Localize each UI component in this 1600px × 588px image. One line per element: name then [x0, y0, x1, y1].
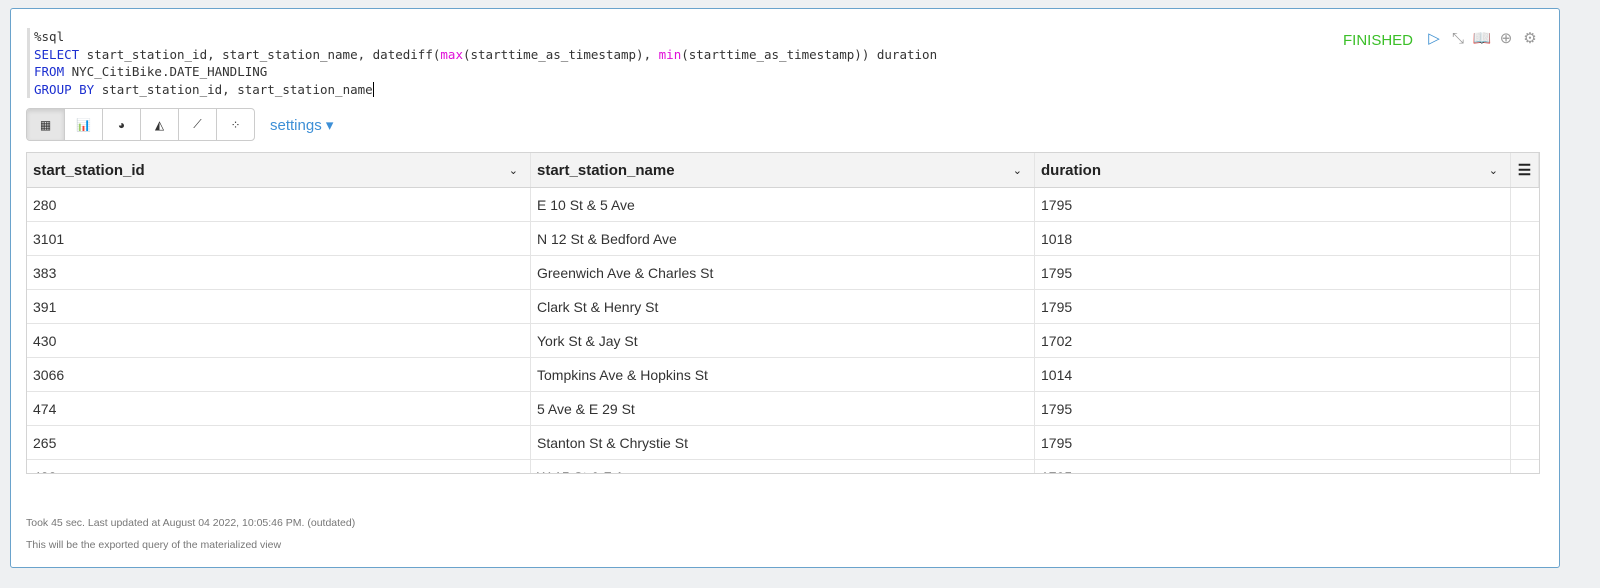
table-cell: 1795: [1035, 460, 1511, 473]
table-cell: 5 Ave & E 29 St: [531, 392, 1035, 425]
paragraph-note: This will be the exported query of the m…: [26, 539, 282, 551]
table-row: 391 Clark St & Henry St 1795: [27, 290, 1539, 324]
column-header[interactable]: start_station_name ⌄: [531, 153, 1035, 187]
table-cell: 430: [27, 324, 531, 357]
table-row: 3101 N 12 St & Bedford Ave 1018: [27, 222, 1539, 256]
table-cell: 1795: [1035, 392, 1511, 425]
table-cell: 1795: [1035, 188, 1511, 221]
table-row: 383 Greenwich Ave & Charles St 1795: [27, 256, 1539, 290]
code-token: GROUP BY: [34, 81, 95, 97]
table-cell: York St & Jay St: [531, 324, 1035, 357]
chevron-down-icon[interactable]: ⌄: [509, 164, 518, 177]
table-cell: 1795: [1035, 426, 1511, 459]
table-cell: Tompkins Ave & Hopkins St: [531, 358, 1035, 391]
table-cell: 474: [27, 392, 531, 425]
code-line: FROM NYC_CitiBike.DATE_HANDLING: [34, 63, 937, 81]
code-token: NYC_CitiBike.DATE_HANDLING: [64, 64, 268, 79]
book-icon[interactable]: 📖: [1473, 29, 1492, 47]
table-cell: Stanton St & Chrystie St: [531, 426, 1035, 459]
table-cell: 1014: [1035, 358, 1511, 391]
table-row: 265 Stanton St & Chrystie St 1795: [27, 426, 1539, 460]
table-row: 3066 Tompkins Ave & Hopkins St 1014: [27, 358, 1539, 392]
table-cell: 1795: [1035, 290, 1511, 323]
run-info: Took 45 sec. Last updated at August 04 2…: [26, 517, 356, 529]
code-token: start_station_id, start_station_name, da…: [79, 46, 441, 62]
table-cell: 280: [27, 188, 531, 221]
code-token: min: [658, 46, 682, 62]
code-line: GROUP BY start_station_id, start_station…: [34, 81, 937, 99]
results-table: start_station_id ⌄ start_station_name ⌄ du…: [26, 152, 1540, 474]
table-cell-spacer: [1511, 222, 1539, 255]
table-cell: 3066: [27, 358, 531, 391]
visualization-toolbar: ▦ 📊 ◕ ◭ ⟋ ⁘: [26, 108, 255, 141]
chevron-down-icon[interactable]: ⌄: [1489, 164, 1498, 177]
column-header[interactable]: start_station_id ⌄: [27, 153, 531, 187]
code-token: start_station_id, start_station_name: [94, 81, 374, 97]
code-token: (starttime_as_timestamp),: [462, 46, 659, 62]
table-cell: 391: [27, 290, 531, 323]
table-header: start_station_id ⌄ start_station_name ⌄ du…: [27, 153, 1539, 188]
menu-icon[interactable]: ☰: [1511, 153, 1539, 187]
table-cell-spacer: [1511, 358, 1539, 391]
table-cell: N 12 St & Bedford Ave: [531, 222, 1035, 255]
table-view-icon[interactable]: ▦: [27, 109, 65, 140]
table-row: 474 5 Ave & E 29 St 1795: [27, 392, 1539, 426]
table-cell-spacer: [1511, 256, 1539, 289]
column-header[interactable]: duration ⌄: [1035, 153, 1511, 187]
code-line: SELECT start_station_id, start_station_n…: [34, 46, 937, 64]
table-cell: 3101: [27, 222, 531, 255]
table-cell: 1795: [1035, 256, 1511, 289]
code-token: max: [440, 46, 463, 62]
area-chart-icon[interactable]: ◭: [141, 109, 179, 140]
table-cell: 265: [27, 426, 531, 459]
gear-icon[interactable]: ⚙: [1521, 29, 1539, 47]
table-cell-spacer: [1511, 324, 1539, 357]
code-line: %sql: [34, 28, 937, 46]
table-cell: Clark St & Henry St: [531, 290, 1035, 323]
line-chart-icon[interactable]: ⟋: [179, 109, 217, 140]
table-cell: 483: [27, 460, 531, 473]
sql-editor[interactable]: %sql SELECT start_station_id, start_stati…: [27, 28, 937, 98]
run-icon[interactable]: ▷: [1425, 29, 1443, 47]
code-token: FROM: [34, 64, 65, 79]
status-label: FINISHED: [1342, 32, 1413, 49]
table-cell-spacer: [1511, 392, 1539, 425]
pie-chart-icon[interactable]: ◕: [103, 109, 141, 140]
table-cell-spacer: [1511, 188, 1539, 221]
table-cell: W 15 St & 7 Ave: [531, 460, 1035, 473]
table-cell: Greenwich Ave & Charles St: [531, 256, 1035, 289]
table-row: 280 E 10 St & 5 Ave 1795: [27, 188, 1539, 222]
settings-dropdown[interactable]: settings ▾: [270, 116, 333, 134]
chevron-down-icon[interactable]: ⌄: [1013, 164, 1022, 177]
add-icon[interactable]: ⊕: [1497, 29, 1515, 47]
code-token: SELECT: [34, 46, 80, 62]
collapse-icon[interactable]: ⤡: [1449, 29, 1467, 47]
table-cell: 1018: [1035, 222, 1511, 255]
bar-chart-icon[interactable]: 📊: [65, 109, 103, 140]
paragraph-card: %sql SELECT start_station_id, start_stati…: [10, 8, 1560, 568]
table-cell: 1702: [1035, 324, 1511, 357]
table-row: 483W 15 St & 7 Ave1795: [27, 460, 1539, 473]
table-cell-spacer: [1511, 426, 1539, 459]
scatter-chart-icon[interactable]: ⁘: [217, 109, 254, 140]
table-cell: E 10 St & 5 Ave: [531, 188, 1035, 221]
table-cell: 383: [27, 256, 531, 289]
code-token: %sql: [34, 29, 65, 44]
table-cell-spacer: [1511, 290, 1539, 323]
table-row: 430 York St & Jay St 1702: [27, 324, 1539, 358]
code-token: (starttime_as_timestamp)) duration: [681, 46, 938, 62]
table-cell-spacer: [1511, 460, 1539, 473]
